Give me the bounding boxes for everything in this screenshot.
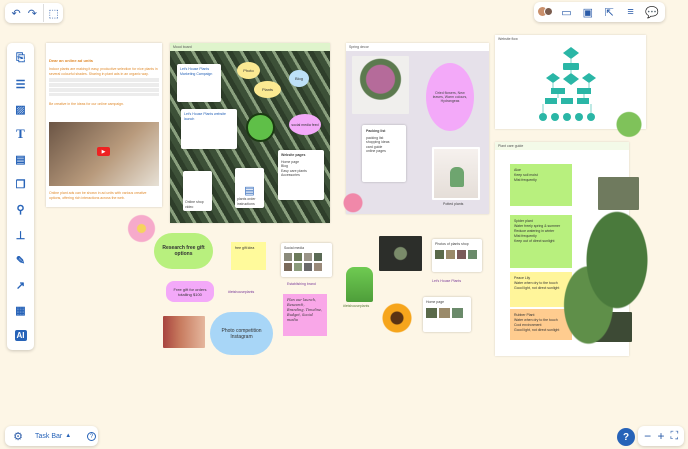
hashtag-label: #letshouseplants (228, 290, 255, 294)
top-left-toolbar: ↶ ↷ ⬚ (5, 3, 63, 23)
file-card[interactable]: Online shop video (183, 171, 212, 211)
pink-sticky[interactable]: Plan our launch, Research, Branding, Tim… (283, 294, 327, 336)
packing-item: online pages (366, 149, 386, 153)
ideas-oval[interactable]: Dried flowers, New leaves, Warm colours,… (426, 63, 474, 131)
tulip-sticker (338, 190, 368, 222)
zoom-in-button[interactable]: + (654, 427, 667, 445)
free-gift-blob[interactable]: Free gift for orders totalling $100 (166, 281, 214, 302)
pen-icon[interactable]: ✎ (10, 249, 32, 271)
wall-photo (379, 236, 422, 271)
plants-blob[interactable]: Plants (254, 81, 281, 98)
zoom-out-button[interactable]: − (641, 427, 654, 445)
taskbar: ⚙ Task Bar ▲ (5, 426, 98, 446)
undo-icon[interactable]: ↶ (8, 4, 24, 22)
left-toolbar: ⎘ ☰ ▨ T ▤ ❐ ⚲ ⊥ ✎ ↗ ▦ AI (7, 43, 34, 350)
gift-sticky[interactable]: free gift idea (231, 242, 266, 270)
help-button[interactable]: ? (617, 428, 635, 446)
doc-para: Be creative in the ideas for our online … (49, 102, 124, 106)
photo-blob[interactable]: Photo (237, 62, 260, 79)
arrow-icon[interactable]: ↗ (10, 275, 32, 297)
top-right-toolbar: ▭ ▣ ⇱ ≡ 💬 (534, 2, 665, 22)
blog-blob[interactable]: Blog (289, 70, 309, 87)
photos-card[interactable]: Photos of plants shop (432, 239, 482, 272)
hashtag-label: #letshouseplants (343, 304, 370, 308)
plant-photo (352, 56, 409, 114)
text-icon[interactable]: T (10, 124, 32, 146)
potted-plant-photo (432, 147, 480, 200)
chevron-up-icon: ▲ (65, 433, 72, 439)
website-pages-card[interactable]: Website pages Home page Blog Easy care p… (278, 150, 324, 200)
fullscreen-icon[interactable]: ⛶ (668, 427, 681, 445)
social-blob[interactable]: social media feed (289, 114, 321, 135)
file-card[interactable]: ▤ plants order instructions (235, 168, 264, 208)
copy-icon[interactable]: ❐ (10, 174, 32, 196)
photo-competition-cloud[interactable]: Photo competition Instagram (210, 312, 273, 355)
document-icon[interactable]: ▤ (10, 149, 32, 171)
lets-label: Let's House Plants (432, 279, 462, 283)
sunflower-sticker (381, 302, 413, 334)
ai-icon[interactable]: AI (10, 325, 32, 347)
social-media-card[interactable]: Social media (281, 243, 332, 277)
brand-label: Establishing brand (287, 282, 316, 286)
attachment-icon[interactable]: ⚲ (10, 199, 32, 221)
website-launch-card[interactable]: Let's House Plants website launch (181, 109, 237, 149)
hierarchy-icon[interactable]: ⊥ (10, 224, 32, 246)
frame-icon[interactable]: ⬚ (43, 4, 60, 22)
screen-icon[interactable]: ▣ (579, 3, 597, 21)
cactus-pot-sticker (346, 267, 373, 302)
home-page-card[interactable]: Home page (423, 297, 471, 332)
image-icon[interactable]: ▨ (10, 98, 32, 120)
settings-sliders-icon[interactable]: ⚙ (9, 427, 27, 445)
list-icon[interactable]: ☰ (10, 73, 32, 95)
zoom-controls: − + ⛶ (638, 426, 684, 446)
doc-heading: Dear an online ad units (49, 58, 94, 63)
research-cloud[interactable]: Research free gift options (154, 233, 213, 269)
large-plant-image (560, 200, 655, 350)
spring-frame[interactable]: Spring decor Dried flowers, New leaves, … (346, 43, 489, 214)
frame-title: Mood board (170, 43, 330, 51)
document-icon: ▤ (244, 185, 255, 197)
help-icon[interactable]: ? (87, 432, 96, 441)
campaign-card[interactable]: Let's House Plants Marketing Campaign (177, 64, 221, 102)
present-icon[interactable]: ▭ (557, 3, 575, 21)
doc-para: Indoor plants are making it easy, produc… (49, 67, 158, 76)
redo-icon[interactable]: ↷ (24, 4, 40, 22)
mood-board-frame[interactable]: Mood board Let's House Plants Marketing … (170, 43, 330, 223)
plant-photo (163, 316, 205, 348)
menu-icon[interactable]: ≡ (622, 3, 640, 21)
video-thumbnail[interactable]: ▶ (49, 122, 159, 186)
doc-para: Online plant ads can be shown in ad unit… (49, 191, 147, 200)
cactus-sticker (246, 113, 275, 142)
packing-list-card[interactable]: Packing list packing list shopping ideas… (362, 125, 406, 182)
flower-sticker (126, 213, 157, 244)
page-item: Accessories (281, 173, 300, 177)
sticky-note-icon[interactable]: ⎘ (10, 48, 32, 70)
export-icon[interactable]: ⇱ (600, 3, 618, 21)
embed-icon[interactable]: ▦ (10, 300, 32, 322)
play-icon[interactable]: ▶ (97, 147, 110, 156)
taskbar-button[interactable]: Task Bar ▲ (35, 433, 71, 440)
chat-icon[interactable]: 💬 (643, 3, 661, 21)
succulent-sticker (613, 104, 645, 138)
avatar[interactable] (538, 6, 554, 18)
document-card[interactable]: Dear an online ad units Indoor plants ar… (46, 43, 162, 207)
